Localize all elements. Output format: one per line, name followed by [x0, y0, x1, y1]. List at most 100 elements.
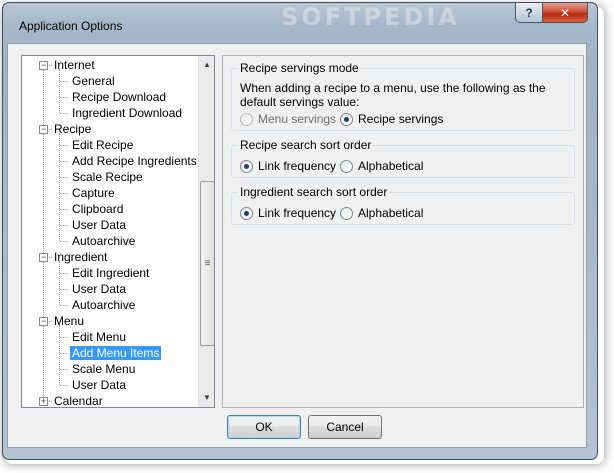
tree-connector	[60, 289, 68, 290]
options-tree[interactable]: Internet − General Recipe Download Ingredien…	[21, 55, 215, 408]
servings-description-line1: When adding a recipe to a menu, use the …	[240, 81, 546, 95]
tree-item-label: Edit Ingredient	[72, 266, 150, 280]
tree-connector	[60, 161, 68, 162]
tree-item-label: User Data	[72, 218, 127, 232]
recipe-alphabetical-label: Alphabetical	[358, 159, 424, 173]
servings-group-title: Recipe servings mode	[238, 61, 361, 75]
tree-item-label: Calendar	[54, 394, 103, 408]
recipe-link-frequency-radio[interactable]: Link frequency	[240, 159, 336, 173]
tree-item-label: User Data	[72, 282, 127, 296]
tree-item[interactable]: Ingredient Download	[70, 105, 184, 121]
help-button[interactable]: ?	[515, 3, 543, 23]
ingredient-alphabetical-radio[interactable]: Alphabetical	[340, 206, 423, 220]
tree-item[interactable]: Recipe Download	[70, 89, 168, 105]
tree-branch-line	[59, 69, 60, 113]
tree-category[interactable]: Menu	[52, 313, 86, 329]
tree-connector	[60, 337, 68, 338]
tree-item-label: Recipe	[54, 122, 92, 136]
scroll-up-icon[interactable]: ▲	[199, 56, 214, 73]
recipe-servings-radio[interactable]: Recipe servings	[340, 112, 443, 126]
tree-item-label: Capture	[72, 186, 115, 200]
tree-connector	[60, 81, 68, 82]
radio-off-icon	[240, 112, 253, 126]
tree-item-label: Add Menu Items	[70, 346, 162, 360]
servings-group: Recipe servings mode When adding a recip…	[231, 61, 575, 131]
tree-item-label: Autoarchive	[72, 298, 136, 312]
recipe-sort-title: Recipe search sort order	[238, 138, 374, 152]
tree-item[interactable]: User Data	[70, 217, 128, 233]
tree-connector	[60, 97, 68, 98]
ingredient-alphabetical-label: Alphabetical	[358, 206, 424, 220]
radio-off-icon	[340, 206, 353, 220]
tree-connector	[60, 241, 68, 242]
tree-item-label: Menu	[54, 314, 85, 328]
tree-item[interactable]: General	[70, 73, 117, 89]
tree-item[interactable]: Capture	[70, 185, 117, 201]
tree-item[interactable]: Scale Recipe	[70, 169, 145, 185]
ingredient-link-frequency-radio[interactable]: Link frequency	[240, 206, 336, 220]
tree-item-label: Scale Recipe	[72, 170, 143, 184]
tree-connector	[60, 145, 68, 146]
tree-connector	[60, 177, 68, 178]
tree-items: Internet − General Recipe Download Ingredien…	[22, 56, 198, 407]
menu-servings-radio[interactable]: Menu servings	[240, 112, 336, 126]
tree-item-label: General	[72, 74, 115, 88]
tree-item-label: Edit Recipe	[72, 138, 134, 152]
tree-item-label: Scale Menu	[72, 362, 136, 376]
tree-root-line	[43, 65, 44, 401]
tree-item[interactable]: Edit Menu	[70, 329, 128, 345]
collapse-icon[interactable]: −	[39, 317, 48, 326]
tree-connector	[60, 209, 68, 210]
scroll-thumb[interactable]: ≡	[200, 181, 214, 346]
radio-on-icon	[240, 206, 253, 220]
expand-icon[interactable]: +	[39, 397, 48, 406]
scroll-down-icon[interactable]: ▼	[199, 389, 214, 406]
tree-connector	[60, 353, 68, 354]
collapse-icon[interactable]: −	[39, 61, 48, 70]
tree-item[interactable]: User Data	[70, 281, 128, 297]
ok-button[interactable]: OK	[227, 415, 301, 439]
tree-item[interactable]: Add Menu Items	[70, 345, 162, 361]
tree-connector	[60, 273, 68, 274]
tree-item-label: Add Recipe Ingredients	[72, 154, 197, 168]
recipe-sort-group: Recipe search sort order Link frequency …	[231, 138, 575, 178]
tree-item[interactable]: Clipboard	[70, 201, 125, 217]
tree-item[interactable]: Edit Recipe	[70, 137, 135, 153]
menu-servings-label: Menu servings	[258, 112, 337, 126]
tree-category[interactable]: Recipe	[52, 121, 93, 137]
watermark: SOFTPEDIA	[281, 3, 460, 31]
tree-category[interactable]: Internet	[52, 57, 97, 73]
collapse-icon[interactable]: −	[39, 125, 48, 134]
tree-item[interactable]: Autoarchive	[70, 297, 137, 313]
ingredient-sort-title: Ingredient search sort order	[238, 185, 390, 199]
options-panel: Recipe servings mode When adding a recip…	[222, 55, 584, 408]
tree-category[interactable]: Calendar	[52, 393, 105, 408]
radio-off-icon	[340, 159, 353, 173]
tree-category[interactable]: Ingredient	[52, 249, 109, 265]
tree-item[interactable]: Add Recipe Ingredients	[70, 153, 199, 169]
tree-item-label: Ingredient	[54, 250, 108, 264]
recipe-alphabetical-radio[interactable]: Alphabetical	[340, 159, 423, 173]
tree-item[interactable]: Edit Ingredient	[70, 265, 151, 281]
collapse-icon[interactable]: −	[39, 253, 48, 262]
tree-item-label: Autoarchive	[72, 234, 136, 248]
radio-on-icon	[240, 159, 253, 173]
dialog-title: Application Options	[19, 19, 123, 33]
tree-item-label: Clipboard	[72, 202, 124, 216]
grip-icon: ≡	[204, 258, 211, 269]
ingredient-sort-group: Ingredient search sort order Link freque…	[231, 185, 575, 225]
cancel-button[interactable]: Cancel	[308, 415, 382, 439]
tree-connector	[60, 369, 68, 370]
ingredient-link-frequency-label: Link frequency	[258, 206, 337, 220]
tree-connector	[60, 113, 68, 114]
tree-item[interactable]: Scale Menu	[70, 361, 137, 377]
radio-on-icon	[340, 112, 353, 126]
servings-description-line2: default servings value:	[240, 95, 360, 109]
tree-connector	[60, 193, 68, 194]
tree-item-label: Edit Menu	[72, 330, 127, 344]
tree-scrollbar[interactable]: ▲ ≡ ▼	[198, 56, 214, 407]
close-button[interactable]: ✕	[542, 3, 588, 23]
tree-item[interactable]: User Data	[70, 377, 128, 393]
tree-connector	[60, 305, 68, 306]
tree-item[interactable]: Autoarchive	[70, 233, 137, 249]
